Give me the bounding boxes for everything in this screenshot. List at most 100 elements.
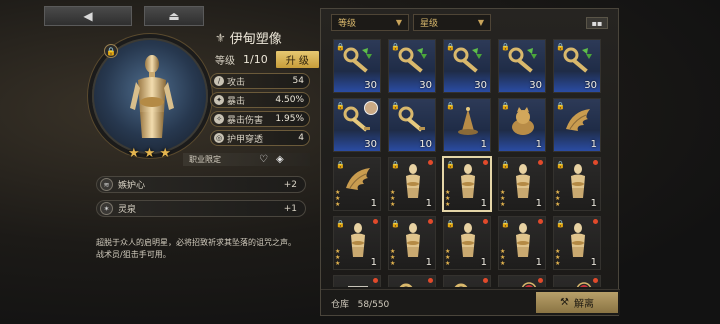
statue-icon (507, 223, 539, 257)
item-count: 1 (590, 198, 597, 209)
star-icon: ★ (445, 201, 451, 208)
filter-label: 等级 (338, 19, 357, 29)
statue-icon (507, 164, 539, 198)
tactician-class-icon[interactable]: ♡ (259, 154, 268, 165)
inventory-slot[interactable]: 🔒 ★ ★ ★ 1 (388, 216, 436, 270)
inventory-slot[interactable] (333, 275, 381, 287)
inventory-slot[interactable]: 🔒 30 (498, 39, 546, 93)
star-icon: ★ (335, 201, 341, 208)
inventory-slot[interactable]: 🔒 ★ ★ ★ 1 (333, 216, 381, 270)
lock-icon: 🔒 (501, 102, 510, 110)
lock-icon: 🔒 (556, 43, 565, 51)
item-count: 30 (474, 80, 487, 91)
staff-icon (562, 282, 594, 287)
inventory-slot[interactable]: 🔒 ★ ★ ★ 1 (388, 157, 436, 211)
lock-icon: 🔒 (446, 161, 455, 169)
inventory-slot[interactable] (553, 275, 601, 287)
inventory-slot[interactable]: 🔒 ★ ★ ★ 1 (333, 157, 381, 211)
level-row: 等级 1/10 升 级 (215, 51, 319, 68)
lock-icon[interactable]: 🔒 (104, 44, 118, 58)
grid-view-icon[interactable]: ▪▪ (586, 17, 608, 29)
inventory-slot[interactable] (388, 275, 436, 287)
inventory-slot[interactable]: 🔒 10 (388, 98, 436, 152)
star-icon: ★ (445, 260, 451, 267)
wind-icon: ≋ (100, 178, 113, 191)
star-icon: ★ (159, 146, 171, 161)
item-stars: ★ ★ ★ (445, 249, 450, 267)
equipped-avatar (364, 101, 378, 115)
chevron-down-icon: ▼ (395, 18, 402, 27)
inventory-grid: 🔒 30 🔒 30 🔒 30 🔒 30 🔒 30 🔒 30 🔒 10 🔒 1 🔒 1 🔒 1 🔒 ★ ★ ★ 1 🔒 ★ ★ ★ 1 🔒 ★ ★… (333, 39, 615, 287)
inventory-slot[interactable]: 🔒 30 (443, 39, 491, 93)
lock-icon: 🔒 (556, 161, 565, 169)
inventory-slot[interactable]: 🔒 30 (333, 98, 381, 152)
inventory-slot[interactable]: 🔒 1 (498, 98, 546, 152)
star-icon: ★ (128, 146, 140, 161)
inventory-slot[interactable]: 🔒 ★ ★ ★ 1 (443, 216, 491, 270)
star-icon: ★ (500, 260, 506, 267)
wing-icon (562, 105, 594, 139)
inventory-slot[interactable]: 🔒 30 (553, 39, 601, 93)
stat-label: 护甲穿透 (227, 134, 264, 145)
home-button[interactable]: ⏏ (144, 6, 204, 26)
inventory-slot[interactable]: 🔒 ★ ★ ★ 1 (443, 157, 491, 211)
stat-armor-pierce: ◎ 护甲穿透 4 (210, 130, 310, 146)
lock-icon: 🔒 (391, 220, 400, 228)
inventory-slot[interactable]: 🔒 1 (443, 98, 491, 152)
star-icon: ★ (555, 260, 561, 267)
job-restriction-label: 职业限定 (189, 155, 221, 164)
key-gold-icon (397, 282, 429, 287)
star-icon: ★ (335, 260, 341, 267)
inventory-slot[interactable] (498, 275, 546, 287)
stat-value: 54 (292, 76, 304, 86)
statue-icon (342, 223, 374, 257)
bell-icon (452, 105, 484, 139)
item-count: 30 (364, 80, 377, 91)
item-count: 30 (364, 139, 377, 150)
description-line: 超脱于众人的启明星，必将招致祈求其坠落的诅咒之声。 (96, 238, 296, 247)
level-filter-dropdown[interactable]: 等级 ▼ (331, 14, 409, 31)
storage-value: 58/550 (357, 300, 390, 310)
inventory-slot[interactable]: 🔒 ★ ★ ★ 1 (553, 157, 601, 211)
inventory-slot[interactable]: 🔒 30 (388, 39, 436, 93)
star-icon: ★ (390, 260, 396, 267)
inventory-panel: 等级 ▼ 星级 ▼ ▪▪ 🔒 30 🔒 30 🔒 30 🔒 30 🔒 30 🔒 30 🔒 10 🔒 1 🔒 1 🔒 1… (320, 8, 620, 316)
key-green-icon (562, 46, 594, 80)
new-indicator-dot (593, 160, 598, 165)
inventory-slot[interactable] (443, 275, 491, 287)
skill-row-spring[interactable]: ✶ 灵泉 +1 (96, 200, 306, 217)
item-description: 超脱于众人的启明星，必将招致祈求其坠落的诅咒之声。 战术员/狙击手可用。 (96, 237, 308, 261)
inventory-slot[interactable]: 🔒 ★ ★ ★ 1 (498, 157, 546, 211)
home-icon: ⏏ (168, 9, 180, 23)
inventory-slot[interactable]: 🔒 ★ ★ ★ 1 (498, 216, 546, 270)
lock-icon: 🔒 (501, 161, 510, 169)
crit-damage-icon: ✧ (214, 114, 224, 124)
lock-icon: 🔒 (391, 161, 400, 169)
skill-row-envy[interactable]: ≋ 嫉妒心 +2 (96, 176, 306, 193)
inventory-footer: 仓库 58/550 ⚒ 解离 (321, 289, 620, 315)
class-emblem-icon: ⚜ (215, 30, 226, 45)
inventory-slot[interactable]: 🔒 1 (553, 98, 601, 152)
new-indicator-dot (538, 219, 543, 224)
decompose-button[interactable]: ⚒ 解离 (536, 292, 618, 313)
star-filter-dropdown[interactable]: 星级 ▼ (413, 14, 491, 31)
armor-pierce-icon: ◎ (214, 133, 224, 143)
lock-icon: 🔒 (446, 43, 455, 51)
item-count: 1 (370, 198, 377, 209)
back-button[interactable]: ◀ (44, 6, 132, 26)
stat-attack: / 攻击 54 (210, 73, 310, 89)
item-count: 1 (370, 257, 377, 268)
stat-value: 4.50% (275, 95, 304, 105)
inventory-slot[interactable]: 🔒 30 (333, 39, 381, 93)
statue-icon (397, 223, 429, 257)
new-indicator-dot (373, 219, 378, 224)
new-indicator-dot (593, 278, 598, 283)
upgrade-button[interactable]: 升 级 (275, 51, 319, 68)
inventory-slot[interactable]: 🔒 ★ ★ ★ 1 (553, 216, 601, 270)
item-stars: ★ ★ ★ (390, 249, 395, 267)
name-row: ⚜ 伊甸塑像 (215, 28, 282, 48)
sniper-class-icon[interactable]: ◈ (276, 154, 284, 165)
back-arrow-icon: ◀ (83, 9, 93, 23)
decompose-icon: ⚒ (560, 297, 569, 308)
lock-icon: 🔒 (391, 43, 400, 51)
